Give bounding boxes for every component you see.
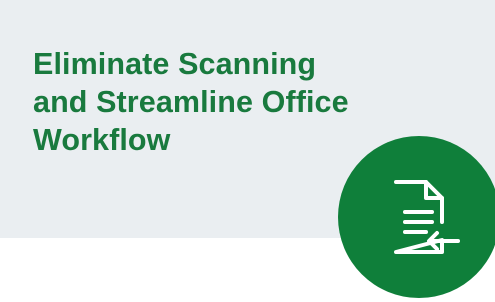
icon-badge xyxy=(338,136,495,298)
page: Eliminate Scanning and Streamline Office… xyxy=(0,0,495,302)
document-return-icon xyxy=(394,180,460,254)
feature-card-title-line-1: Eliminate Scanning xyxy=(33,47,317,81)
feature-card-title: Eliminate Scanning and Streamline Office… xyxy=(33,45,433,159)
feature-card-title-line-2: and Streamline Office xyxy=(33,85,349,119)
